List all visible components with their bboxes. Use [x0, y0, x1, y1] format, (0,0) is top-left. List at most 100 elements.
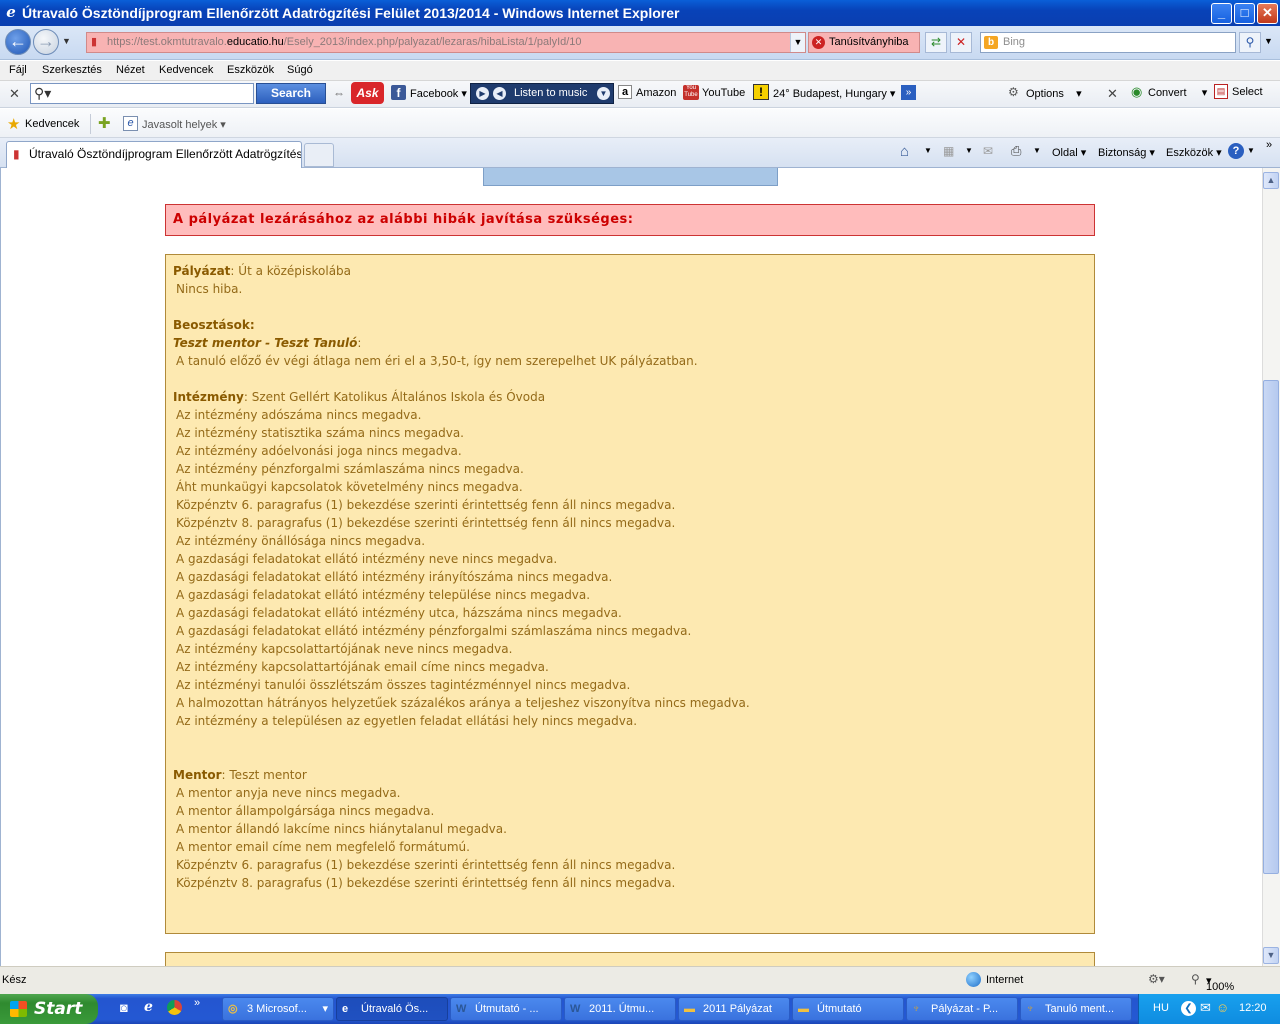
intezmeny-error-item: Az intézmény adószáma nincs megadva.: [176, 408, 422, 422]
beosztasok-row: Beosztások:: [173, 318, 255, 332]
favorites-button[interactable]: Kedvencek: [25, 118, 79, 130]
tray-collapse-icon[interactable]: ❮: [1181, 1001, 1196, 1016]
close-button[interactable]: ✕: [1257, 3, 1278, 24]
feeds-dropdown-icon[interactable]: ▼: [965, 146, 973, 155]
amazon-link[interactable]: Amazon: [636, 87, 676, 99]
history-dropdown-icon[interactable]: ▼: [62, 36, 71, 46]
address-dropdown-icon[interactable]: ▼: [790, 33, 805, 52]
music-dropdown-icon[interactable]: ▼: [597, 87, 610, 100]
menu-favorites[interactable]: Kedvencek: [159, 64, 213, 76]
menu-tools[interactable]: Eszközök: [227, 64, 274, 76]
toolbar2-close-icon[interactable]: ✕: [1107, 86, 1118, 102]
taskbar-item[interactable]: W Útmutató - ...: [450, 997, 562, 1021]
toolbar-chevron-icon[interactable]: »: [1266, 139, 1272, 151]
windows-logo-icon: [10, 1001, 27, 1017]
menu-view[interactable]: Nézet: [116, 64, 145, 76]
maximize-button[interactable]: □: [1234, 3, 1255, 24]
search-go-icon[interactable]: ⚲: [1239, 32, 1261, 53]
taskbar-item[interactable]: ♆ Pályázat - P...: [906, 997, 1018, 1021]
taskbar-item[interactable]: ▬ Útmutató: [792, 997, 904, 1021]
certificate-error[interactable]: ✕ Tanúsítványhiba: [808, 32, 920, 53]
youtube-link[interactable]: YouTube: [702, 87, 745, 99]
home-icon[interactable]: ⌂: [900, 143, 909, 160]
mentor-error-item: A mentor anyja neve nincs megadva.: [176, 786, 401, 800]
mentor-student-colon: :: [357, 336, 362, 350]
url-prefix: https://test.okmtutravalo.: [107, 36, 227, 48]
music-player[interactable]: ▶ ◀ Listen to music ▼: [470, 83, 614, 104]
weather-button[interactable]: 24° Budapest, Hungary ▾: [773, 87, 895, 100]
ask-search-button[interactable]: Search: [256, 83, 326, 104]
url-domain: educatio.hu: [226, 36, 284, 48]
options-button[interactable]: Options ▾: [1026, 87, 1082, 100]
add-favorite-icon[interactable]: ✚: [98, 114, 111, 132]
menu-help[interactable]: Súgó: [287, 64, 313, 76]
scroll-down-icon[interactable]: ▼: [1263, 947, 1279, 964]
volume-icon[interactable]: ◀: [493, 87, 506, 100]
facebook-label: Facebook: [410, 88, 459, 100]
title-bar[interactable]: e Útravaló Ösztöndíjprogram Ellenőrzött …: [0, 0, 1280, 26]
help-dropdown-icon[interactable]: ▼: [1247, 146, 1255, 155]
tools-menu[interactable]: Eszközök ▾: [1166, 146, 1222, 159]
mentor-error-item: A mentor állandó lakcíme nincs hiánytala…: [176, 822, 507, 836]
ask-logo-icon[interactable]: Ask: [351, 82, 384, 104]
language-indicator[interactable]: HU: [1153, 1002, 1169, 1014]
quicklaunch-desktop-icon[interactable]: ◙: [120, 1000, 128, 1015]
print-icon[interactable]: ⎙: [1011, 143, 1021, 159]
play-icon[interactable]: ▶: [476, 87, 489, 100]
taskbar-item[interactable]: W 2011. Útmu...: [564, 997, 676, 1021]
taskbar-item-icon: W: [570, 1003, 581, 1015]
facebook-button[interactable]: Facebook ▾: [410, 87, 467, 100]
mentor-error-item: Közpénztv 6. paragrafus (1) bekezdése sz…: [176, 858, 676, 872]
convert-button[interactable]: Convert ▾: [1148, 86, 1207, 99]
home-dropdown-icon[interactable]: ▼: [924, 146, 932, 155]
help-icon[interactable]: ?: [1228, 143, 1244, 159]
quicklaunch-ie-icon[interactable]: e: [144, 999, 153, 1015]
convert-icon: ◉: [1131, 84, 1143, 99]
zoom-level[interactable]: 100% ▾: [1206, 974, 1234, 993]
tray-smiley-icon[interactable]: ☺: [1216, 1000, 1229, 1015]
taskbar-item-label: Útmutató: [817, 1003, 862, 1015]
quicklaunch-more-icon[interactable]: »: [194, 997, 200, 1009]
scroll-up-icon[interactable]: ▲: [1263, 172, 1279, 189]
scroll-thumb[interactable]: [1263, 380, 1279, 874]
group-dropdown-icon[interactable]: ▾: [322, 998, 328, 1020]
quicklaunch-chrome-icon[interactable]: [167, 1000, 182, 1015]
mentor-error-item: A mentor állampolgársága nincs megadva.: [176, 804, 435, 818]
tools-menu-label: Eszközök: [1166, 147, 1214, 159]
address-bar[interactable]: ▮ https://test.okmtutravalo.educatio.hu/…: [86, 32, 806, 53]
page-menu[interactable]: Oldal ▾: [1052, 146, 1086, 159]
feeds-icon[interactable]: ▦: [943, 144, 954, 158]
select-button[interactable]: Select: [1232, 86, 1263, 98]
taskbar-item[interactable]: ▬ 2011 Pályázat: [678, 997, 790, 1021]
start-button[interactable]: Start: [0, 994, 98, 1024]
tab-page-icon: ▮: [13, 147, 20, 161]
back-button[interactable]: ←: [5, 29, 31, 55]
more-chevron-icon[interactable]: »: [901, 85, 916, 100]
refresh-icon[interactable]: ⇄: [925, 32, 947, 53]
intezmeny-error-item: A halmozottan hátrányos helyzetűek száza…: [176, 696, 750, 710]
forward-button[interactable]: →: [33, 29, 59, 55]
resize-handle-icon[interactable]: ⇔: [333, 86, 345, 100]
print-dropdown-icon[interactable]: ▼: [1033, 146, 1041, 155]
internet-zone-icon: [966, 972, 981, 987]
taskbar-item-label: Tanuló ment...: [1045, 1003, 1115, 1015]
ask-search-input[interactable]: ⚲▾: [30, 83, 254, 104]
clock[interactable]: 12:20: [1239, 1002, 1267, 1014]
taskbar-item[interactable]: ◎ 3 Microsof... ▾: [222, 997, 334, 1021]
tray-mail-icon[interactable]: ✉: [1200, 1000, 1211, 1016]
new-tab-button[interactable]: [304, 143, 334, 167]
protected-mode-icon[interactable]: ⚙▾: [1148, 972, 1165, 986]
minimize-button[interactable]: _: [1211, 3, 1232, 24]
mail-icon[interactable]: ✉: [983, 144, 993, 158]
taskbar-item[interactable]: e Útravaló Ös...: [336, 997, 448, 1021]
taskbar-item[interactable]: ♆ Tanuló ment...: [1020, 997, 1132, 1021]
search-input[interactable]: b Bing: [980, 32, 1236, 53]
security-menu[interactable]: Biztonság ▾: [1098, 146, 1155, 159]
suggested-sites-button[interactable]: Javasolt helyek ▾: [142, 118, 226, 131]
tab-active[interactable]: ▮ Útravaló Ösztöndíjprogram Ellenőrzött …: [6, 141, 302, 168]
stop-icon[interactable]: ✕: [950, 32, 972, 53]
toolbar-close-icon[interactable]: ✕: [9, 86, 20, 102]
menu-file[interactable]: Fájl: [9, 64, 27, 76]
search-options-icon[interactable]: ▼: [1264, 36, 1273, 46]
menu-edit[interactable]: Szerkesztés: [42, 64, 102, 76]
